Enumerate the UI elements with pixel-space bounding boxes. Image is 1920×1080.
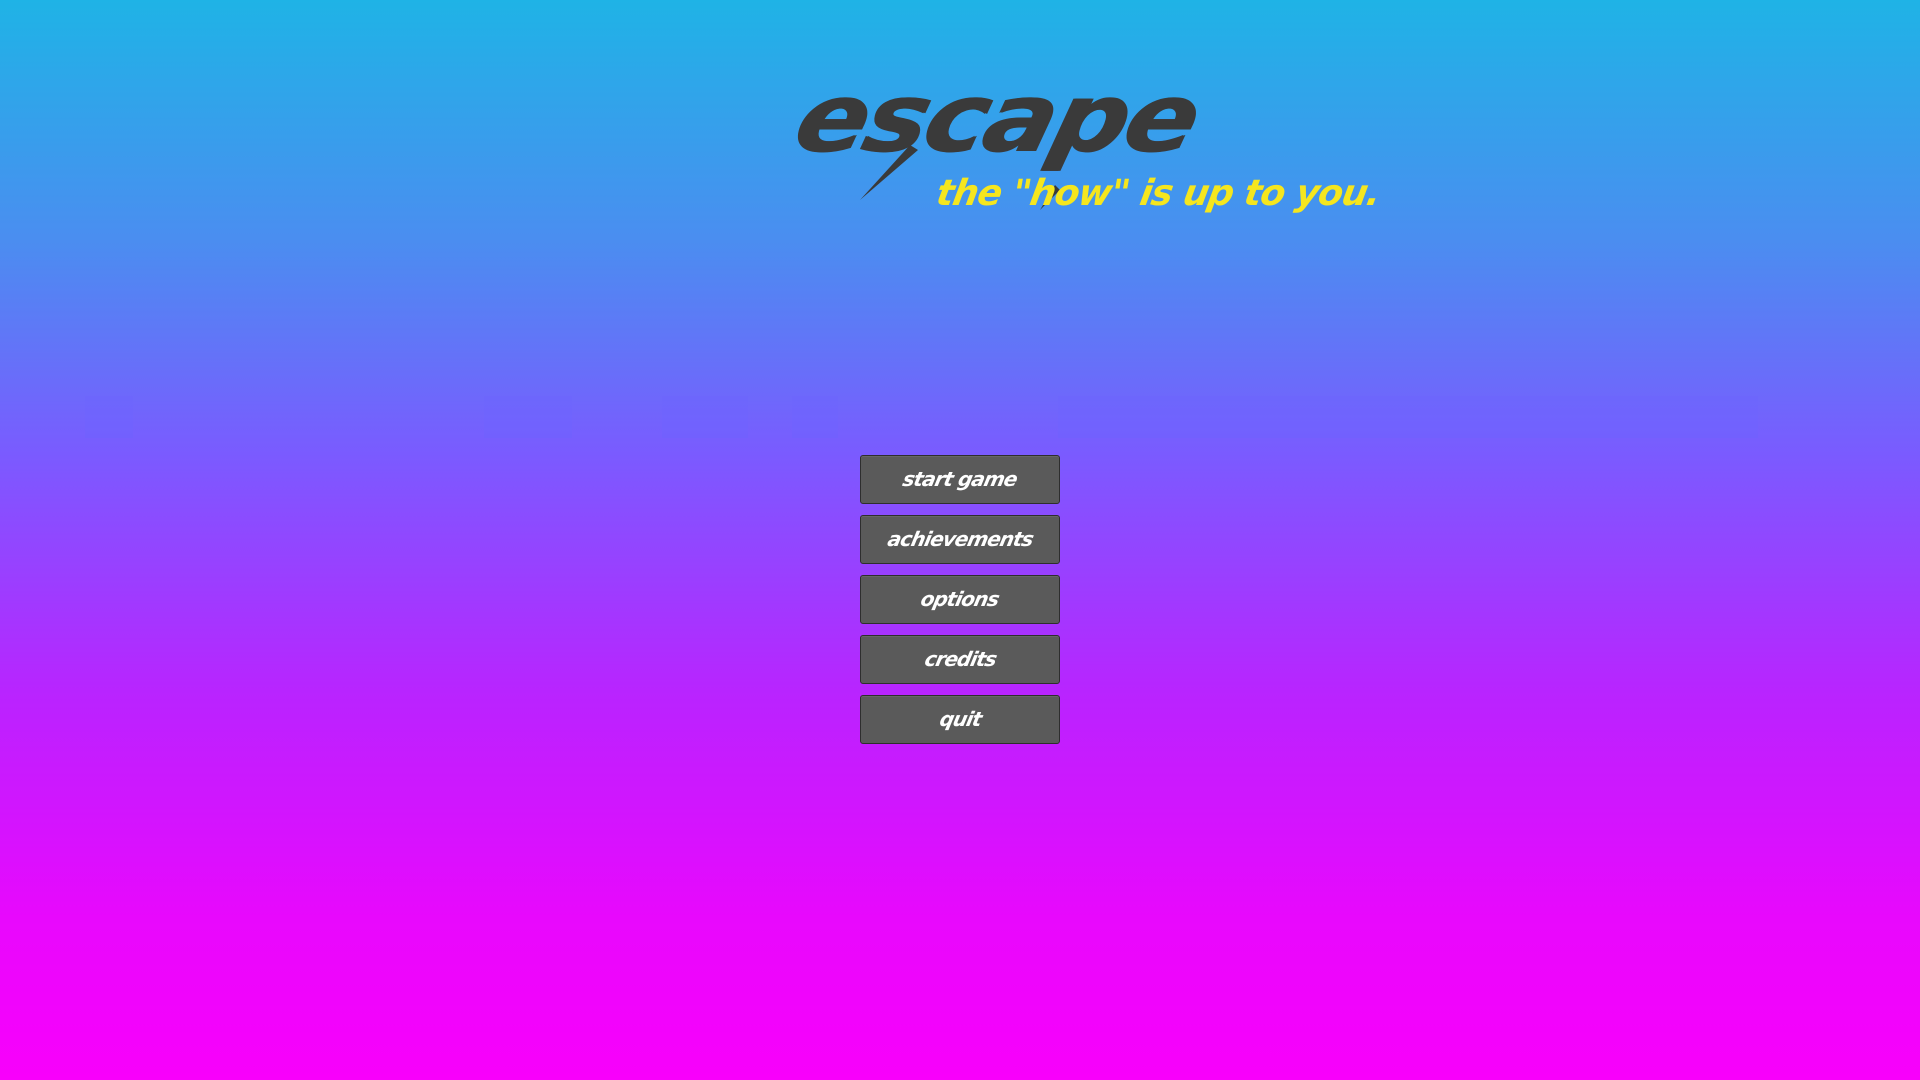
options-button[interactable]: options xyxy=(860,575,1060,624)
band-block xyxy=(792,396,838,438)
game-title: escape xyxy=(784,61,1210,174)
band-block xyxy=(662,396,748,438)
background-band xyxy=(0,396,1920,438)
main-menu: start game achievements options credits … xyxy=(860,455,1060,755)
achievements-button[interactable]: achievements xyxy=(860,515,1060,564)
credits-label: credits xyxy=(922,647,999,671)
band-block xyxy=(85,396,133,438)
band-block xyxy=(484,396,572,438)
main-menu-screen: escape the "how" is up to you. start gam… xyxy=(0,0,1920,1080)
credits-button[interactable]: credits xyxy=(860,635,1060,684)
quit-label: quit xyxy=(937,707,984,731)
band-block xyxy=(1058,396,1758,438)
quit-button[interactable]: quit xyxy=(860,695,1060,744)
game-logo: escape the "how" is up to you. xyxy=(784,62,1383,240)
start-game-button[interactable]: start game xyxy=(860,455,1060,504)
options-label: options xyxy=(918,587,1002,611)
game-tagline: the "how" is up to you. xyxy=(933,173,1384,214)
start-game-label: start game xyxy=(900,467,1020,491)
achievements-label: achievements xyxy=(885,527,1036,551)
